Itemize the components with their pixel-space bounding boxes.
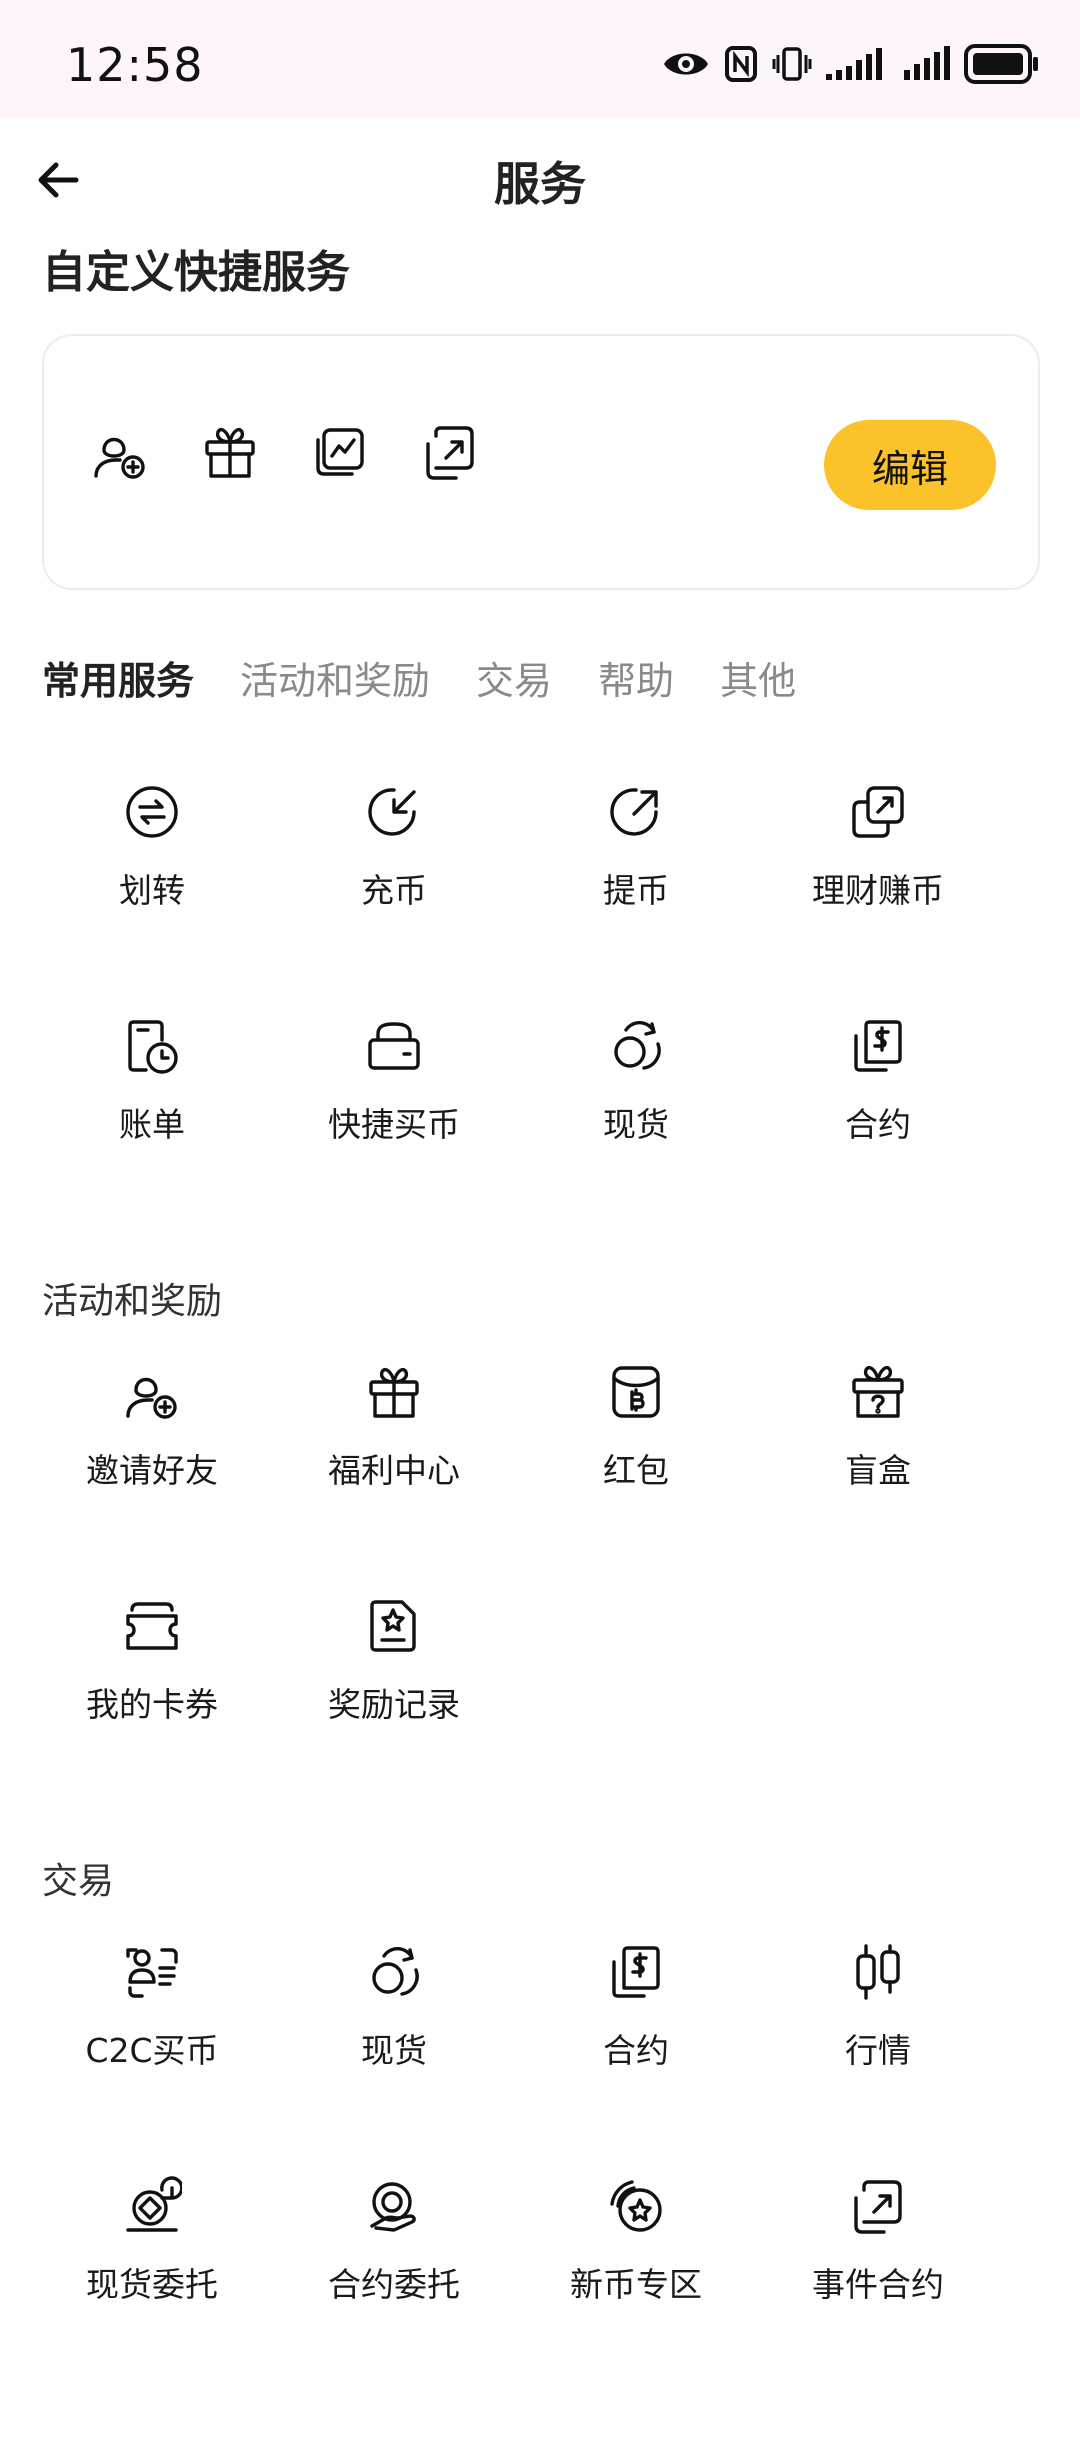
deposit-icon [364, 782, 424, 842]
gift-icon [364, 1362, 424, 1422]
candlestick-icon [848, 1942, 908, 2002]
service-item-label: 现货 [603, 1105, 669, 1144]
reward-item-mystery-box[interactable]: 盲盒 [758, 1362, 998, 1532]
chart-cards-icon[interactable] [310, 422, 370, 482]
reward-item-welfare[interactable]: 福利中心 [274, 1362, 514, 1532]
quick-services-card: 编辑 [42, 334, 1040, 590]
service-item-earn[interactable]: 理财赚币 [758, 782, 998, 952]
trade-item-new-coin[interactable]: 新币专区 [516, 2176, 756, 2346]
reward-item-label: 盲盒 [845, 1451, 911, 1490]
top-nav: 服务 [0, 118, 1080, 238]
eye-icon [664, 53, 708, 75]
service-item-deposit[interactable]: 充币 [274, 782, 514, 952]
trade-item-label: 现货 [361, 2031, 427, 2070]
quick-services-icons [90, 422, 480, 482]
service-item-withdraw[interactable]: 提币 [516, 782, 756, 952]
reward-item-records[interactable]: 奖励记录 [274, 1596, 514, 1766]
reward-item-red-packet[interactable]: 红包 [516, 1362, 756, 1532]
withdraw-icon [606, 782, 666, 842]
contract-order-icon [364, 2176, 424, 2236]
signal-2-icon [904, 46, 950, 80]
service-item-transfer[interactable]: 划转 [32, 782, 272, 952]
tab-common-services[interactable]: 常用服务 [42, 650, 194, 705]
spot-icon [606, 1016, 666, 1076]
trade-item-label: 行情 [845, 2031, 911, 2070]
trade-section-title: 交易 [42, 1861, 115, 1902]
red-packet-icon [606, 1362, 666, 1422]
status-bar: 12:58 [0, 0, 1080, 118]
service-item-spot[interactable]: 现货 [516, 1016, 756, 1186]
reward-item-invite[interactable]: 邀请好友 [32, 1362, 272, 1532]
spot-icon [364, 1942, 424, 2002]
service-item-label: 提币 [603, 871, 669, 910]
reward-item-label: 奖励记录 [328, 1685, 460, 1724]
service-item-label: 账单 [119, 1105, 185, 1144]
battery-icon [964, 44, 1038, 84]
nfc-icon [725, 46, 757, 82]
contract-icon [606, 1942, 666, 2002]
trade-item-label: 合约委托 [328, 2265, 460, 2304]
new-coin-icon [606, 2176, 666, 2236]
trade-item-label: 合约 [603, 2031, 669, 2070]
mystery-box-icon [848, 1362, 908, 1422]
contract-icon [848, 1016, 908, 1076]
trade-item-contract-order[interactable]: 合约委托 [274, 2176, 514, 2346]
trade-item-event-contract[interactable]: 事件合约 [758, 2176, 998, 2346]
status-time: 12:58 [66, 38, 204, 92]
reward-item-label: 福利中心 [328, 1451, 460, 1490]
gift-icon[interactable] [200, 422, 260, 482]
page-title: 服务 [494, 157, 586, 211]
trade-item-contract[interactable]: 合约 [516, 1942, 756, 2112]
service-item-label: 划转 [119, 871, 185, 910]
bill-icon [122, 1016, 182, 1076]
trade-item-label: 新币专区 [570, 2265, 702, 2304]
invite-friend-icon [122, 1362, 182, 1422]
edit-button[interactable]: 编辑 [824, 420, 996, 510]
custom-services-title: 自定义快捷服务 [42, 247, 350, 298]
tab-help[interactable]: 帮助 [598, 650, 674, 705]
c2c-icon [122, 1942, 182, 2002]
service-item-quick-buy[interactable]: 快捷买币 [274, 1016, 514, 1186]
trade-item-label: 事件合约 [812, 2265, 944, 2304]
reward-item-coupons[interactable]: 我的卡券 [32, 1596, 272, 1766]
tab-trade[interactable]: 交易 [476, 650, 552, 705]
service-item-bill[interactable]: 账单 [32, 1016, 272, 1186]
invite-friend-icon[interactable] [90, 422, 150, 482]
status-icons [662, 42, 1040, 86]
event-contract-icon[interactable] [420, 422, 480, 482]
reward-item-label: 红包 [603, 1451, 669, 1490]
trade-item-label: 现货委托 [86, 2265, 218, 2304]
coupon-icon [122, 1596, 182, 1656]
signal-1-icon [826, 48, 882, 80]
earn-icon [848, 782, 908, 842]
event-contract-icon [848, 2176, 908, 2236]
reward-item-label: 我的卡券 [86, 1685, 218, 1724]
trade-item-market[interactable]: 行情 [758, 1942, 998, 2112]
service-item-label: 合约 [845, 1105, 911, 1144]
reward-record-icon [364, 1596, 424, 1656]
trade-item-label: C2C买币 [85, 2031, 219, 2070]
service-item-contract[interactable]: 合约 [758, 1016, 998, 1186]
trade-item-spot-order[interactable]: 现货委托 [32, 2176, 272, 2346]
spot-order-icon [122, 2176, 182, 2236]
service-item-label: 理财赚币 [812, 871, 944, 910]
trade-item-spot[interactable]: 现货 [274, 1942, 514, 2112]
category-tabs: 常用服务 活动和奖励 交易 帮助 其他 [42, 650, 796, 705]
service-item-label: 快捷买币 [328, 1105, 460, 1144]
transfer-icon [122, 782, 182, 842]
reward-item-label: 邀请好友 [86, 1451, 218, 1490]
vibrate-icon [772, 47, 812, 81]
rewards-section-title: 活动和奖励 [42, 1281, 223, 1322]
quick-buy-icon [364, 1016, 424, 1076]
trade-item-c2c[interactable]: C2C买币 [32, 1942, 272, 2112]
tab-activities-rewards[interactable]: 活动和奖励 [240, 650, 430, 705]
tab-other[interactable]: 其他 [720, 650, 796, 705]
service-item-label: 充币 [361, 871, 427, 910]
